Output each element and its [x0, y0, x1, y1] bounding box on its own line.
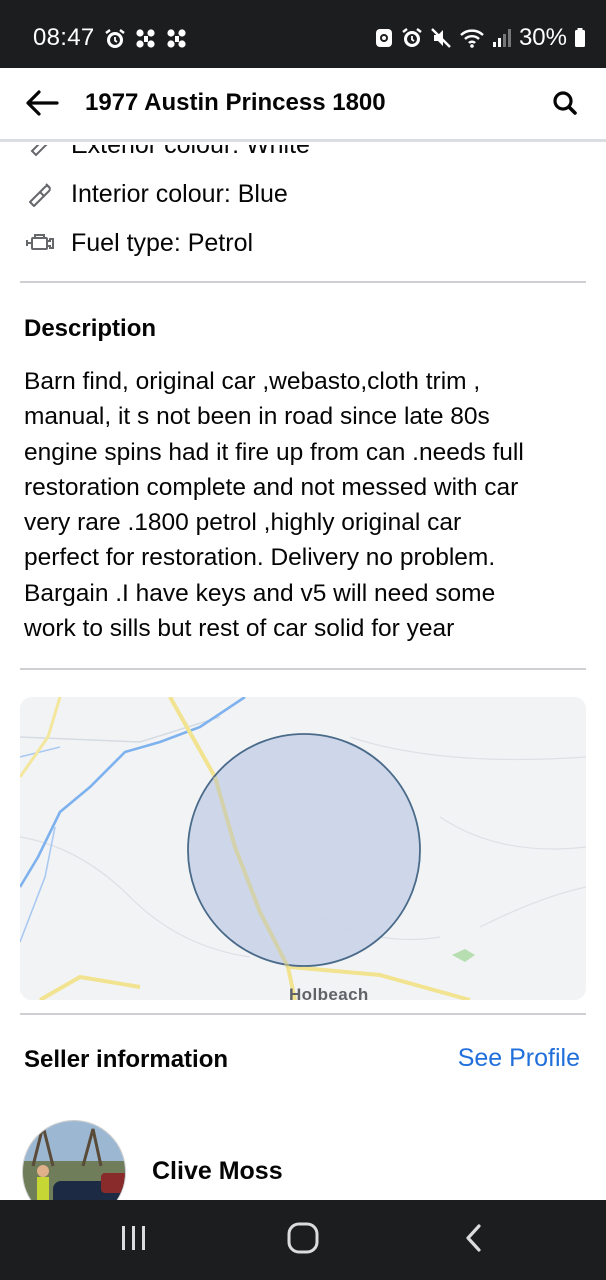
status-left-icons	[104, 28, 188, 50]
status-time: 08:47	[33, 24, 95, 51]
divider	[20, 281, 586, 283]
app-bar: 1977 Austin Princess 1800	[0, 68, 606, 142]
status-bar: 08:47 30%	[0, 0, 606, 68]
spec-label: Fuel type: Petrol	[71, 228, 254, 257]
alarm-icon	[104, 28, 126, 50]
engine-icon	[24, 227, 56, 259]
location-map[interactable]: Holbeach	[20, 697, 586, 1000]
recent-apps-button[interactable]	[114, 1222, 154, 1258]
grid-dots-icon	[135, 28, 157, 50]
back-button[interactable]	[22, 85, 62, 125]
divider	[20, 668, 586, 670]
description-heading: Description	[24, 315, 157, 342]
avatar[interactable]	[22, 1120, 126, 1200]
wifi-icon	[459, 27, 485, 49]
listing-details[interactable]: Exterior colour: White Interior colour: …	[0, 145, 606, 1200]
spec-row-fuel-type: Fuel type: Petrol	[24, 227, 253, 259]
home-button[interactable]	[283, 1222, 323, 1258]
search-icon	[552, 90, 578, 121]
battery-percentage: 30%	[518, 24, 567, 51]
map-graphic	[20, 697, 586, 1000]
signal-icon	[492, 27, 512, 49]
battery-icon	[574, 27, 586, 49]
spec-label: Interior colour: Blue	[71, 179, 288, 208]
mute-icon	[430, 27, 452, 49]
paint-icon	[24, 178, 56, 210]
lock-icon	[374, 27, 394, 49]
seller-information-heading: Seller information	[24, 1046, 229, 1073]
grid-dots-icon	[166, 28, 188, 50]
page-title: 1977 Austin Princess 1800	[85, 89, 386, 116]
navigation-bar	[0, 1200, 606, 1280]
spec-row-interior-colour: Interior colour: Blue	[24, 178, 288, 210]
spec-row-exterior-colour: Exterior colour: White	[24, 145, 310, 161]
divider	[20, 1013, 586, 1015]
paint-icon	[24, 145, 56, 161]
back-arrow-icon	[25, 89, 59, 122]
home-icon	[287, 1222, 319, 1259]
seller-name[interactable]: Clive Moss	[152, 1157, 283, 1186]
system-back-button[interactable]	[454, 1222, 494, 1258]
see-profile-link[interactable]: See Profile	[458, 1044, 580, 1073]
spec-label: Exterior colour: White	[71, 145, 310, 160]
status-right-icons: 30%	[374, 24, 586, 52]
search-button[interactable]	[548, 88, 582, 122]
chevron-left-icon	[463, 1223, 485, 1258]
recent-apps-icon	[119, 1224, 149, 1257]
map-place-label: Holbeach	[289, 985, 369, 1000]
alarm-icon	[401, 27, 423, 49]
description-text: Barn find, original car ,webasto,cloth t…	[24, 368, 524, 643]
